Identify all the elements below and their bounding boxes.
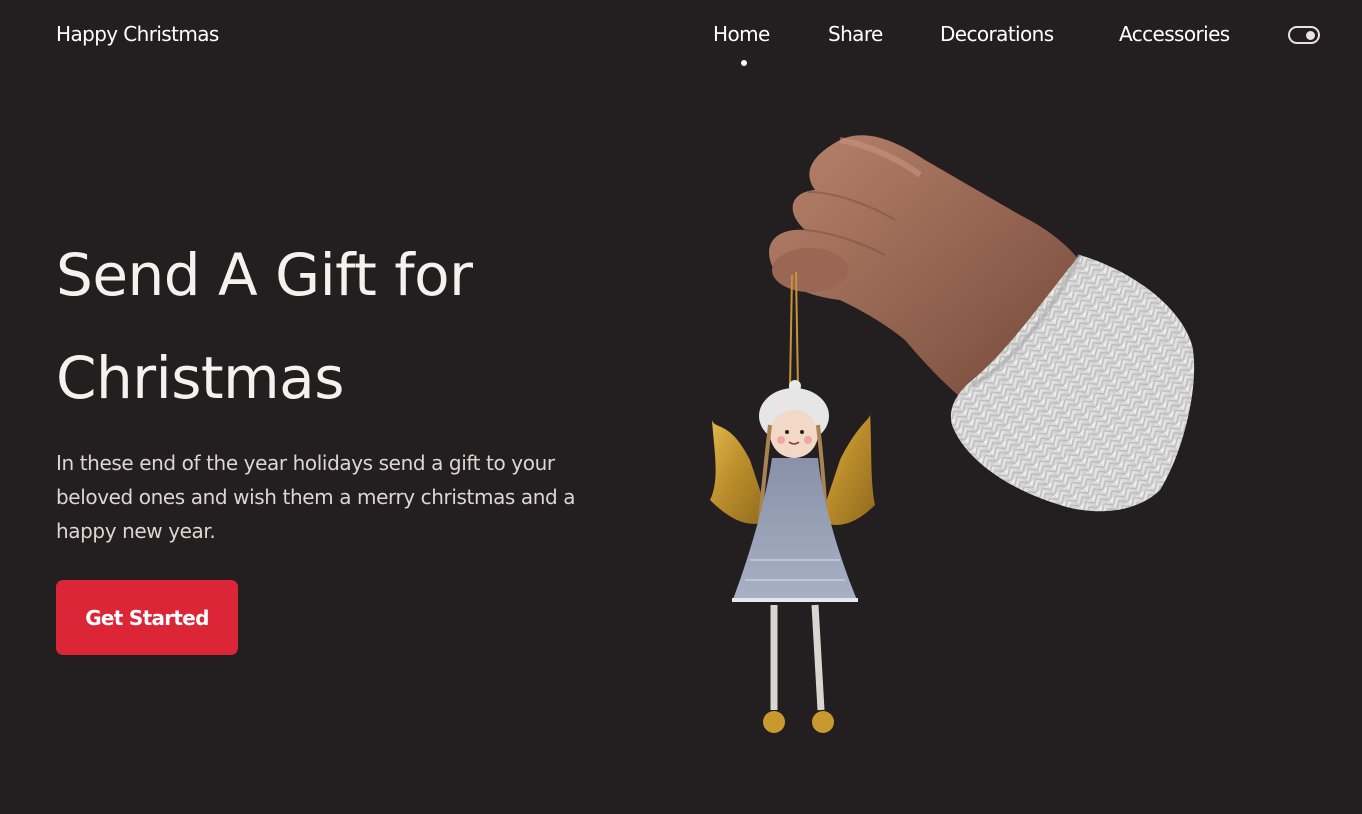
nav-decorations[interactable]: Decorations [940, 22, 1054, 46]
hero-title: Send A Gift for Christmas [56, 224, 656, 430]
nav-accessories[interactable]: Accessories [1119, 22, 1230, 46]
hero-description: In these end of the year holidays send a… [56, 451, 576, 543]
nav-share[interactable]: Share [828, 22, 883, 46]
active-nav-indicator [741, 60, 747, 66]
toggle-knob [1306, 31, 1315, 40]
get-started-button[interactable]: Get Started [56, 580, 238, 655]
landing-page: Happy Christmas Home Share Decorations A… [0, 0, 1362, 814]
hero-title-line-2: Christmas [56, 344, 344, 412]
angel-ornament-icon [710, 380, 875, 733]
theme-toggle-icon[interactable] [1288, 26, 1320, 44]
hero-title-line-1: Send A Gift for [56, 241, 473, 309]
main-nav: Home Share Decorations Accessories [0, 22, 1362, 72]
hand-angel-ornament-image [710, 135, 1195, 733]
nav-home[interactable]: Home [713, 22, 770, 46]
